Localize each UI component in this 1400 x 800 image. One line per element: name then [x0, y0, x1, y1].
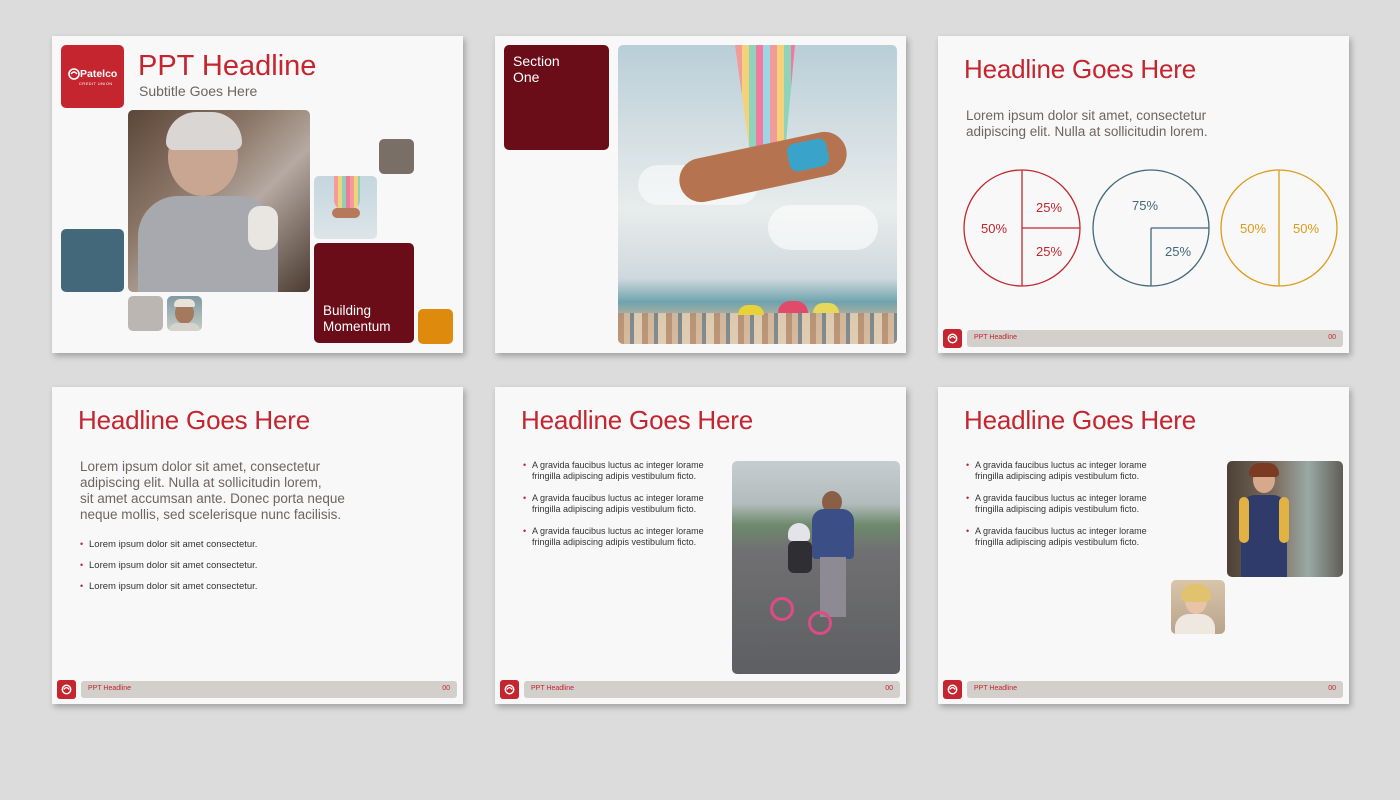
- slide-headline: Headline Goes Here: [521, 405, 753, 435]
- footer-label: PPT Headline: [974, 685, 1018, 692]
- footer-logo: [943, 680, 962, 699]
- body-line-3: sit amet accumsan ante. Donec porta nequ…: [80, 491, 345, 506]
- body-line-1: Lorem ipsum dolor sit amet, consectetur: [966, 108, 1207, 123]
- pie-slice-label: 25%: [1165, 244, 1191, 259]
- slide-headline: Headline Goes Here: [78, 405, 310, 435]
- body-line-2: adipiscing elit. Nulla at sollicitudin l…: [80, 475, 322, 490]
- photo-woman-shop: [1227, 461, 1343, 577]
- patelco-swirl-icon: [68, 68, 80, 80]
- section-line2: One: [513, 69, 540, 85]
- photo-smiling-woman: [128, 110, 310, 292]
- slide-text-bullets[interactable]: Headline Goes Here Lorem ipsum dolor sit…: [52, 387, 463, 704]
- tile-light-gray: [128, 296, 163, 331]
- photo-man-portrait: [167, 296, 202, 331]
- bullet-list: Lorem ipsum dolor sit amet consectetur. …: [80, 539, 257, 602]
- tile-orange: [418, 309, 453, 344]
- tile-text-line1: Building: [323, 303, 372, 318]
- list-item: A gravida faucibus luctus ac integer lor…: [966, 526, 1147, 548]
- patelco-swirl-icon: [947, 333, 958, 344]
- footer-page-number: 00: [885, 685, 893, 692]
- tile-section: Section One: [504, 45, 609, 150]
- pie-slice-label: 50%: [981, 221, 1007, 236]
- list-item: A gravida faucibus luctus ac integer lor…: [523, 526, 704, 548]
- footer-page-number: 00: [1328, 685, 1336, 692]
- list-item: A gravida faucibus luctus ac integer lor…: [966, 460, 1147, 482]
- pie-slice-label: 50%: [1240, 221, 1266, 236]
- list-item: Lorem ipsum dolor sit amet consectetur.: [80, 539, 257, 550]
- list-item: Lorem ipsum dolor sit amet consectetur.: [80, 560, 257, 571]
- pie-slice-label: 50%: [1293, 221, 1319, 236]
- photo-beach-swing: [618, 45, 897, 344]
- slide-title[interactable]: Patelco CREDIT UNION PPT Headline Subtit…: [52, 36, 463, 353]
- patelco-swirl-icon: [947, 684, 958, 695]
- footer-label: PPT Headline: [974, 334, 1018, 341]
- footer-label: PPT Headline: [88, 685, 132, 692]
- slide-headline: Headline Goes Here: [964, 405, 1196, 435]
- footer-bar: PPT Headline 00: [967, 330, 1343, 347]
- pie-slice-label: 75%: [1132, 198, 1158, 213]
- slide-title-text: PPT Headline: [138, 50, 317, 82]
- photo-child-bicycle: [732, 461, 900, 674]
- footer-bar: PPT Headline 00: [524, 681, 900, 698]
- slide-bullets-photo[interactable]: Headline Goes Here A gravida faucibus lu…: [495, 387, 906, 704]
- slide-subtitle: Subtitle Goes Here: [139, 83, 258, 99]
- footer-bar: PPT Headline 00: [81, 681, 457, 698]
- slide-headline: Headline Goes Here: [964, 54, 1196, 84]
- logo-tagline: CREDIT UNION: [79, 81, 113, 86]
- logo-name: Patelco: [80, 68, 118, 80]
- footer-logo: [500, 680, 519, 699]
- footer-bar: PPT Headline 00: [967, 681, 1343, 698]
- patelco-swirl-icon: [504, 684, 515, 695]
- photo-swing-thumbnail: [314, 176, 377, 239]
- body-line-1: Lorem ipsum dolor sit amet, consectetur: [80, 459, 321, 474]
- list-item: Lorem ipsum dolor sit amet consectetur.: [80, 581, 257, 592]
- bullet-list: A gravida faucibus luctus ac integer lor…: [966, 460, 1147, 559]
- photo-woman-portrait: [1171, 580, 1225, 634]
- footer-logo: [943, 329, 962, 348]
- slide-bullets-two-photos[interactable]: Headline Goes Here A gravida faucibus lu…: [938, 387, 1349, 704]
- body-line-4: neque mollis, sed scelerisque nunc facil…: [80, 507, 342, 522]
- tile-taupe: [379, 139, 414, 174]
- tile-slate-blue: [61, 229, 124, 292]
- list-item: A gravida faucibus luctus ac integer lor…: [523, 493, 704, 515]
- body-line-2: adipiscing elit. Nulla at sollicitudin l…: [966, 124, 1208, 139]
- pie-slice-label: 25%: [1036, 244, 1062, 259]
- section-line1: Section: [513, 53, 560, 69]
- footer-label: PPT Headline: [531, 685, 575, 692]
- patelco-swirl-icon: [61, 684, 72, 695]
- tile-text-line2: Momentum: [323, 319, 391, 334]
- list-item: A gravida faucibus luctus ac integer lor…: [523, 460, 704, 482]
- bullet-list: A gravida faucibus luctus ac integer lor…: [523, 460, 704, 559]
- patelco-logo: Patelco CREDIT UNION: [61, 45, 124, 108]
- slide-section-one[interactable]: Section One: [495, 36, 906, 353]
- pie-slice-label: 25%: [1036, 200, 1062, 215]
- footer-page-number: 00: [1328, 334, 1336, 341]
- footer-page-number: 00: [442, 685, 450, 692]
- pie-charts: 50% 25% 25% 75% 25% 50% 50%: [963, 169, 1338, 287]
- slide-pie-charts[interactable]: Headline Goes Here Lorem ipsum dolor sit…: [938, 36, 1349, 353]
- tile-building-momentum: Building Momentum: [314, 243, 414, 343]
- list-item: A gravida faucibus luctus ac integer lor…: [966, 493, 1147, 515]
- footer-logo: [57, 680, 76, 699]
